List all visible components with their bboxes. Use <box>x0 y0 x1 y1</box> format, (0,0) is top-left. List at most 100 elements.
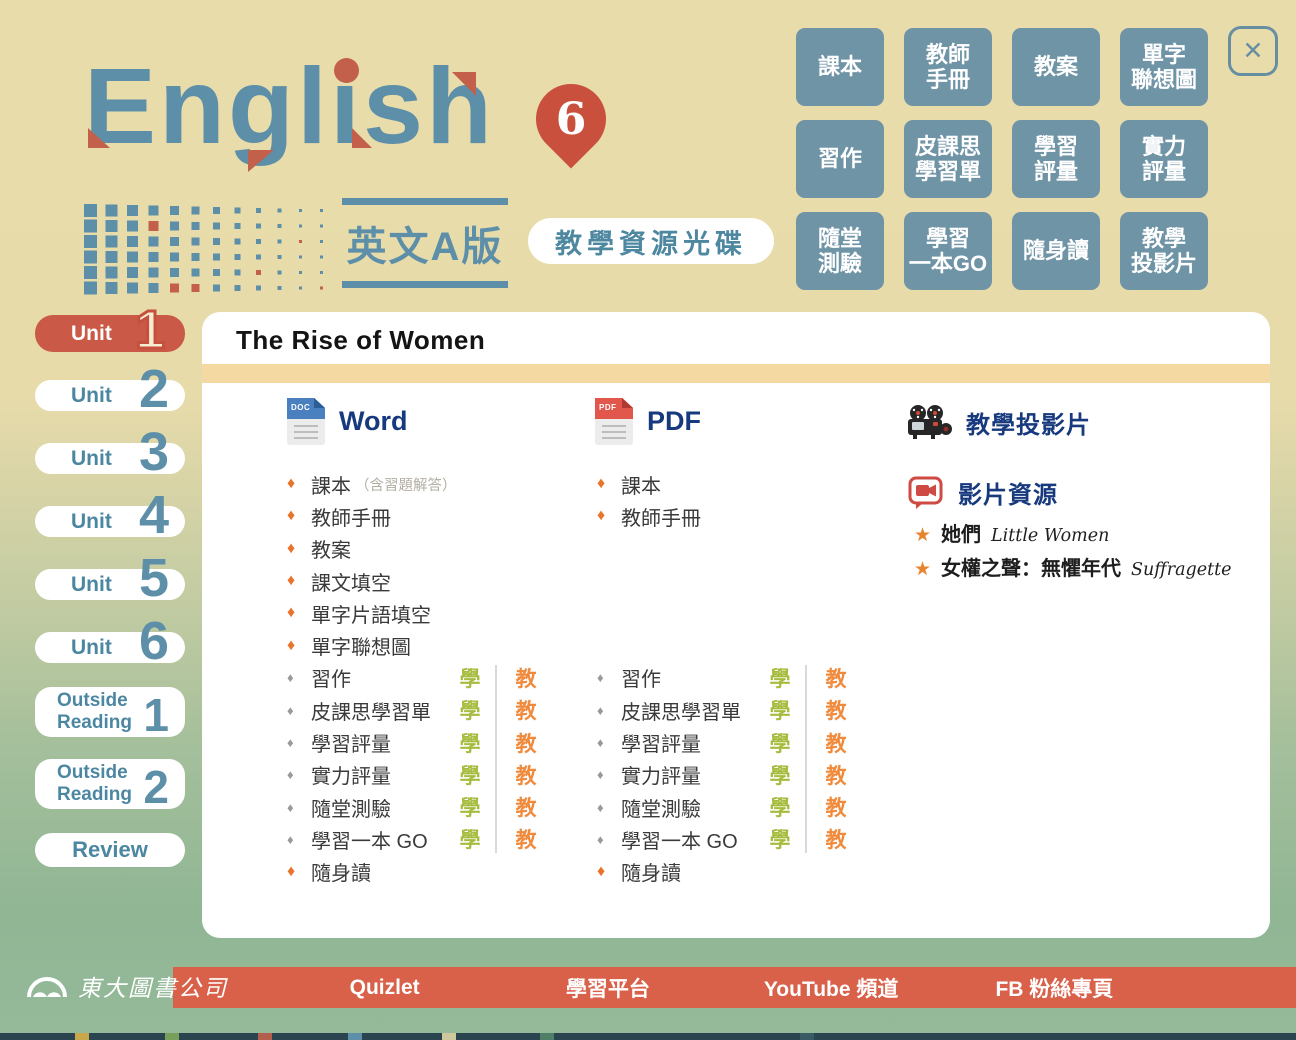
student-link[interactable]: 學 <box>765 663 795 693</box>
list-item[interactable]: ♦隨身讀 <box>597 856 897 888</box>
outside-reading-label: OutsideReading <box>57 762 132 806</box>
close-button[interactable]: ✕ <box>1228 26 1278 76</box>
sidebar-item-unit-2[interactable]: Unit2 <box>35 380 185 411</box>
student-link[interactable]: 學 <box>455 792 485 822</box>
company-name: 東大圖書公司 <box>78 969 228 1003</box>
outside-reading-number: 1 <box>143 697 169 734</box>
list-item[interactable]: ♦隨堂測驗學教 <box>597 791 897 823</box>
list-item[interactable]: ♦教師手冊 <box>287 500 587 532</box>
sidebar-item-unit-5[interactable]: Unit5 <box>35 569 185 600</box>
list-item[interactable]: ♦學習評量學教 <box>597 726 897 758</box>
teacher-link[interactable]: 教 <box>821 728 851 758</box>
menu-button-3[interactable]: 教案 <box>1012 28 1100 106</box>
list-item[interactable]: ♦皮課思學習單學教 <box>597 694 897 726</box>
item-label: 隨身讀 <box>621 857 681 886</box>
menu-button-7[interactable]: 學習評量 <box>1012 120 1100 198</box>
student-link[interactable]: 學 <box>765 824 795 854</box>
student-link[interactable]: 學 <box>455 824 485 854</box>
menu-button-label: 學習 <box>1034 134 1078 159</box>
sidebar-item-review[interactable]: Review <box>35 833 185 867</box>
teacher-link[interactable]: 教 <box>821 792 851 822</box>
video-item[interactable]: ★她們Little Women <box>914 518 1109 547</box>
menu-button-6[interactable]: 皮課思學習單 <box>904 120 992 198</box>
item-label: 教案 <box>311 534 351 563</box>
menu-button-10[interactable]: 學習一本GO <box>904 212 992 290</box>
menu-button-label: 隨身讀 <box>1023 238 1089 263</box>
menu-button-8[interactable]: 實力評量 <box>1120 120 1208 198</box>
teacher-link[interactable]: 教 <box>511 824 541 854</box>
student-link[interactable]: 學 <box>455 663 485 693</box>
menu-button-label: 聯想圖 <box>1131 67 1197 92</box>
footer-logo[interactable]: 東大圖書公司 <box>26 969 228 1003</box>
sidebar-item-outside-reading-1[interactable]: OutsideReading1 <box>35 687 185 737</box>
diamond-bullet-icon: ♦ <box>597 475 621 493</box>
sidebar-item-unit-3[interactable]: Unit3 <box>35 443 185 474</box>
list-item[interactable]: ♦習作學教 <box>287 662 587 694</box>
teacher-link[interactable]: 教 <box>821 824 851 854</box>
item-label: 習作 <box>311 663 351 692</box>
menu-button-11[interactable]: 隨身讀 <box>1012 212 1100 290</box>
menu-button-12[interactable]: 教學投影片 <box>1120 212 1208 290</box>
section-word-header: DOC Word <box>287 398 408 445</box>
list-item[interactable]: ♦單字片語填空 <box>287 597 587 629</box>
sidebar-item-unit-6[interactable]: Unit6 <box>35 632 185 663</box>
list-item[interactable]: ♦實力評量學教 <box>597 759 897 791</box>
pdf-icon: PDF <box>595 398 633 445</box>
teacher-link[interactable]: 教 <box>511 728 541 758</box>
footer-link-3[interactable]: YouTube 頻道 <box>720 973 943 1003</box>
item-label: 教師手冊 <box>311 502 391 531</box>
footer-bar: Quizlet學習平台YouTube 頻道FB 粉絲專頁 <box>173 967 1296 1008</box>
teacher-link[interactable]: 教 <box>511 792 541 822</box>
list-item[interactable]: ♦隨身讀 <box>287 856 587 888</box>
list-item[interactable]: ♦教師手冊 <box>597 500 897 532</box>
list-item[interactable]: ♦隨堂測驗學教 <box>287 791 587 823</box>
app-logo: English <box>84 52 495 160</box>
menu-button-1[interactable]: 課本 <box>796 28 884 106</box>
menu-button-4[interactable]: 單字聯想圖 <box>1120 28 1208 106</box>
footer-link-4[interactable]: FB 粉絲專頁 <box>943 973 1166 1003</box>
list-item[interactable]: ♦單字聯想圖 <box>287 630 587 662</box>
menu-button-5[interactable]: 習作 <box>796 120 884 198</box>
list-item[interactable]: ♦學習評量學教 <box>287 726 587 758</box>
list-item[interactable]: ♦學習一本 GO學教 <box>287 823 587 855</box>
taskbar-item <box>75 1033 89 1040</box>
teacher-link[interactable]: 教 <box>821 760 851 790</box>
menu-button-2[interactable]: 教師手冊 <box>904 28 992 106</box>
taskbar-item <box>165 1033 179 1040</box>
list-item[interactable]: ♦課文填空 <box>287 565 587 597</box>
footer-link-1[interactable]: Quizlet <box>273 976 496 1000</box>
sidebar-item-unit-4[interactable]: Unit4 <box>35 506 185 537</box>
student-link[interactable]: 學 <box>455 695 485 725</box>
student-link[interactable]: 學 <box>455 760 485 790</box>
video-item[interactable]: ★女權之聲：無懼年代Suffragette <box>914 552 1231 581</box>
diamond-bullet-icon: ♦ <box>597 507 621 525</box>
main-panel: The Rise of Women DOC Word PDF PDF <box>202 312 1270 938</box>
list-item[interactable]: ♦習作學教 <box>597 662 897 694</box>
teacher-link[interactable]: 教 <box>511 695 541 725</box>
student-link[interactable]: 學 <box>455 728 485 758</box>
sidebar-item-unit-1[interactable]: Unit1 <box>35 315 185 352</box>
list-item[interactable]: ♦課本（含習題解答） <box>287 468 587 500</box>
teacher-link[interactable]: 教 <box>821 663 851 693</box>
list-item[interactable]: ♦課本 <box>597 468 897 500</box>
video-title-zh: 女權之聲：無懼年代 <box>941 552 1121 581</box>
links-divider <box>495 665 497 853</box>
unit-number: 4 <box>139 494 169 537</box>
menu-button-label: 一本GO <box>909 251 987 276</box>
item-label: 習作 <box>621 663 661 692</box>
menu-button-9[interactable]: 隨堂測驗 <box>796 212 884 290</box>
student-link[interactable]: 學 <box>765 695 795 725</box>
sidebar-item-outside-reading-2[interactable]: OutsideReading2 <box>35 759 185 809</box>
list-item[interactable]: ♦皮課思學習單學教 <box>287 694 587 726</box>
student-link[interactable]: 學 <box>765 728 795 758</box>
student-link[interactable]: 學 <box>765 792 795 822</box>
teacher-link[interactable]: 教 <box>511 663 541 693</box>
list-item[interactable]: ♦教案 <box>287 533 587 565</box>
list-item[interactable]: ♦實力評量學教 <box>287 759 587 791</box>
list-item[interactable]: ♦學習一本 GO學教 <box>597 823 897 855</box>
teacher-link[interactable]: 教 <box>821 695 851 725</box>
taskbar-item <box>800 1033 814 1040</box>
student-link[interactable]: 學 <box>765 760 795 790</box>
teacher-link[interactable]: 教 <box>511 760 541 790</box>
footer-link-2[interactable]: 學習平台 <box>496 973 719 1003</box>
